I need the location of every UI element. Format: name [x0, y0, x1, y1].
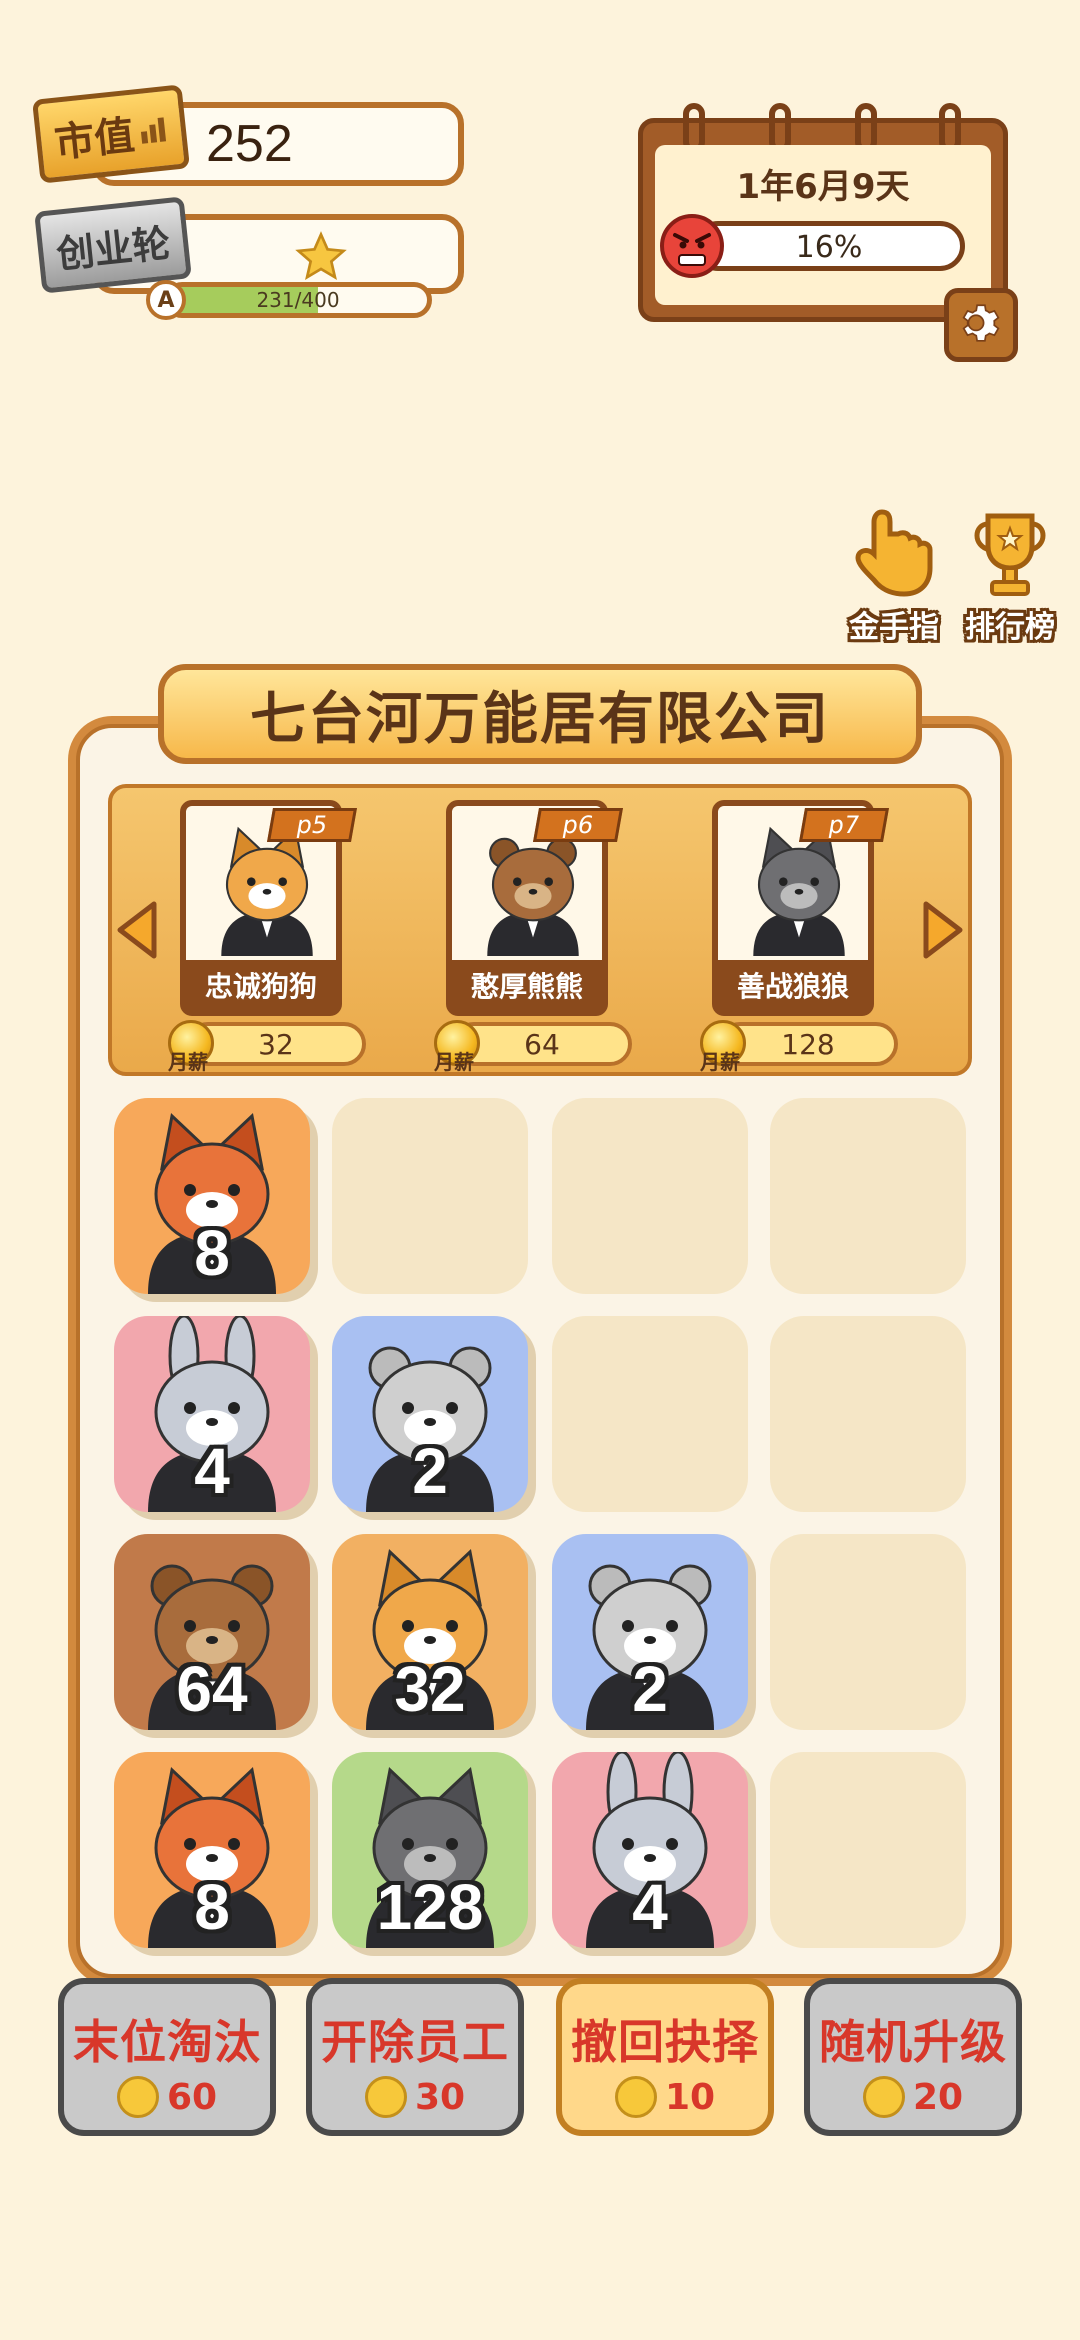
market-value-tag: 市值	[32, 84, 190, 184]
round-progress-bar: 231/400	[164, 282, 432, 318]
market-value-label: 市值	[52, 112, 137, 167]
tile-wolf[interactable]: 128	[332, 1752, 528, 1948]
tile-rabbit[interactable]: 4	[114, 1316, 310, 1512]
tile-value: 8	[194, 1871, 230, 1943]
empty-cell[interactable]	[770, 1752, 966, 1948]
staff-name: 忠诚狗狗	[186, 960, 336, 1010]
empty-cell[interactable]	[770, 1098, 966, 1294]
leaderboard-label: 排行榜	[965, 610, 1055, 645]
empty-cell[interactable]	[552, 1316, 748, 1512]
tile-value: 64	[176, 1653, 248, 1725]
company-title: 七台河万能居有限公司	[158, 664, 922, 764]
smile-coin-icon	[862, 2076, 905, 2118]
staff-card-shiba[interactable]: p5 忠诚狗狗	[180, 800, 357, 1016]
round-label: 创业轮	[54, 220, 173, 277]
smile-coin-icon	[364, 2076, 407, 2118]
empty-cell[interactable]	[552, 1098, 748, 1294]
action-label: 随机升级	[819, 2015, 1007, 2069]
star-icon	[295, 231, 347, 281]
golden-finger-label: 金手指	[849, 610, 939, 645]
smile-coin-icon	[614, 2076, 657, 2118]
staff-name: 憨厚熊熊	[452, 960, 602, 1010]
round-progress-text: 231/400	[256, 288, 340, 312]
staff-level-tag: p7	[799, 808, 889, 842]
settings-button[interactable]	[944, 288, 1018, 362]
tile-value: 2	[632, 1653, 668, 1725]
trophy-icon	[974, 513, 1046, 596]
staff-next-arrow-icon[interactable]	[922, 900, 966, 960]
action-button-1[interactable]: 末位淘汰 60	[58, 1978, 276, 2136]
empty-cell[interactable]	[770, 1534, 966, 1730]
tile-bear[interactable]: 64	[114, 1534, 310, 1730]
salary-label: 月薪	[434, 1050, 474, 1074]
golden-finger-button[interactable]: 金手指	[836, 506, 952, 645]
tile-value: 8	[194, 1217, 230, 1289]
staff-level-tag: p6	[533, 808, 623, 842]
salary-label: 月薪	[700, 1050, 740, 1074]
action-cost: 20	[912, 2076, 964, 2118]
pointing-hand-icon	[855, 509, 933, 597]
action-label: 末位淘汰	[73, 2015, 261, 2069]
tile-value: 128	[376, 1871, 484, 1943]
anger-meter: 16%	[693, 221, 965, 271]
action-label: 开除员工	[321, 2015, 509, 2069]
leaderboard-button[interactable]: 排行榜	[952, 506, 1068, 645]
action-label: 撤回抉择	[571, 2015, 759, 2069]
tile-red-panda[interactable]: 8	[114, 1098, 310, 1294]
action-cost: 30	[414, 2076, 466, 2118]
anger-percent: 16%	[795, 230, 863, 265]
empty-cell[interactable]	[332, 1098, 528, 1294]
rank-badge: A	[146, 280, 186, 320]
tile-hamster[interactable]: 2	[552, 1534, 748, 1730]
chart-up-icon	[140, 117, 167, 144]
staff-level-tag: p5	[267, 808, 357, 842]
tile-value: 2	[412, 1435, 448, 1507]
tile-red-panda[interactable]: 8	[114, 1752, 310, 1948]
tile-value: 4	[194, 1435, 230, 1507]
tile-rabbit[interactable]: 4	[552, 1752, 748, 1948]
staff-card-wolf[interactable]: p7 善战狼狼	[712, 800, 889, 1016]
staff-name: 善战狼狼	[718, 960, 868, 1010]
empty-cell[interactable]	[770, 1316, 966, 1512]
angry-face-icon	[660, 214, 724, 278]
market-value: 252	[206, 115, 293, 173]
round-tag: 创业轮	[34, 196, 192, 294]
tile-hamster[interactable]: 2	[332, 1316, 528, 1512]
game-date: 1年6月9天	[736, 167, 910, 207]
rank-letter: A	[157, 287, 175, 313]
action-button-2[interactable]: 开除员工 30	[306, 1978, 524, 2136]
staff-card-bear[interactable]: p6 憨厚熊熊	[446, 800, 623, 1016]
salary-label: 月薪	[168, 1050, 208, 1074]
staff-prev-arrow-icon[interactable]	[114, 900, 158, 960]
action-button-3[interactable]: 撤回抉择 10	[556, 1978, 774, 2136]
action-button-4[interactable]: 随机升级 20	[804, 1978, 1022, 2136]
action-cost: 10	[664, 2076, 716, 2118]
tile-value: 4	[632, 1871, 668, 1943]
smile-coin-icon	[116, 2076, 159, 2118]
gear-icon	[962, 304, 1000, 342]
tile-value: 32	[394, 1653, 466, 1725]
action-cost: 60	[166, 2076, 218, 2118]
tile-shiba[interactable]: 32	[332, 1534, 528, 1730]
